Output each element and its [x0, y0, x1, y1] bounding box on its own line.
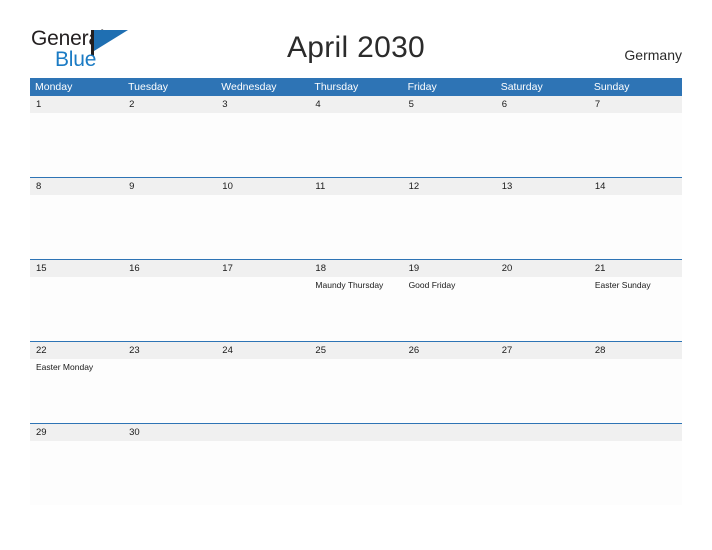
day-number[interactable]: 3: [216, 96, 309, 113]
day-number[interactable]: 13: [496, 178, 589, 195]
calendar-week-row: 1 2 3 4 5 6 7: [30, 96, 682, 177]
day-event: [309, 441, 402, 505]
day-event: [216, 195, 309, 259]
day-number[interactable]: 9: [123, 178, 216, 195]
day-event: [496, 113, 589, 177]
day-event: [309, 195, 402, 259]
day-event: [589, 359, 682, 423]
week-date-band: 29 30: [30, 423, 682, 441]
day-number[interactable]: 12: [403, 178, 496, 195]
calendar-page: { "brand": { "word_one": "General", "wor…: [0, 0, 712, 550]
day-number[interactable]: 7: [589, 96, 682, 113]
day-number[interactable]: 10: [216, 178, 309, 195]
day-number[interactable]: 27: [496, 342, 589, 359]
weekday-header-monday: Monday: [35, 81, 73, 93]
day-number[interactable]: 24: [216, 342, 309, 359]
day-number[interactable]: 19: [403, 260, 496, 277]
weekday-header-row: Monday Tuesday Wednesday Thursday Friday…: [30, 78, 682, 96]
day-number-empty: [496, 424, 589, 441]
region-label: Germany: [624, 47, 682, 63]
day-event: [123, 113, 216, 177]
page-header: General Blue April 2030 Germany: [0, 0, 712, 75]
week-date-band: 1 2 3 4 5 6 7: [30, 96, 682, 113]
day-event: [496, 441, 589, 505]
calendar-week-row: 22 23 24 25 26 27 28 Easter Monday: [30, 341, 682, 423]
week-date-band: 15 16 17 18 19 20 21: [30, 259, 682, 277]
day-event: [496, 195, 589, 259]
weekday-header-sunday: Sunday: [593, 81, 630, 93]
day-event-good-friday: Good Friday: [408, 280, 456, 290]
weekday-header-saturday: Saturday: [500, 81, 543, 93]
day-event: [589, 195, 682, 259]
day-event-easter-sunday: Easter Sunday: [594, 280, 651, 290]
day-number[interactable]: 22: [30, 342, 123, 359]
day-event: [589, 441, 682, 505]
day-event-easter-monday: Easter Monday: [36, 362, 94, 372]
calendar-week-row: 8 9 10 11 12 13 14: [30, 177, 682, 259]
day-number-empty: [589, 424, 682, 441]
day-event: [496, 359, 589, 423]
weekday-header-wednesday: Wednesday: [221, 81, 277, 93]
day-event: [123, 441, 216, 505]
day-number[interactable]: 23: [123, 342, 216, 359]
calendar-week-row: 15 16 17 18 19 20 21 Maundy Thursday Goo…: [30, 259, 682, 341]
day-event: [30, 195, 123, 259]
weekday-header-tuesday: Tuesday: [128, 81, 169, 93]
day-number[interactable]: 29: [30, 424, 123, 441]
day-event: [30, 277, 123, 341]
day-event: [216, 113, 309, 177]
day-number[interactable]: 18: [309, 260, 402, 277]
week-event-body: [30, 113, 682, 177]
day-number-empty: [216, 424, 309, 441]
week-event-body: Maundy Thursday Good Friday Easter Sunda…: [30, 277, 682, 341]
week-event-body: [30, 195, 682, 259]
day-event: [123, 359, 216, 423]
day-number[interactable]: 8: [30, 178, 123, 195]
week-date-band: 8 9 10 11 12 13 14: [30, 177, 682, 195]
page-title: April 2030: [286, 31, 426, 64]
day-event: [589, 113, 682, 177]
day-number[interactable]: 6: [496, 96, 589, 113]
day-event: [309, 113, 402, 177]
week-event-body: Easter Monday: [30, 359, 682, 423]
day-event: [216, 441, 309, 505]
day-number[interactable]: 20: [496, 260, 589, 277]
day-number-empty: [309, 424, 402, 441]
day-number[interactable]: 5: [403, 96, 496, 113]
weekday-header-friday: Friday: [407, 81, 437, 93]
day-event: [123, 195, 216, 259]
day-event-maundy-thursday: Maundy Thursday: [315, 280, 384, 290]
day-number[interactable]: 26: [403, 342, 496, 359]
day-number[interactable]: 21: [589, 260, 682, 277]
day-number[interactable]: 15: [30, 260, 123, 277]
day-number[interactable]: 17: [216, 260, 309, 277]
day-event: [403, 195, 496, 259]
day-number[interactable]: 14: [589, 178, 682, 195]
day-event: [309, 359, 402, 423]
day-event: [496, 277, 589, 341]
day-number[interactable]: 25: [309, 342, 402, 359]
week-date-band: 22 23 24 25 26 27 28: [30, 341, 682, 359]
day-event: [403, 359, 496, 423]
week-event-body: [30, 441, 682, 505]
day-number[interactable]: 2: [123, 96, 216, 113]
weekday-header-thursday: Thursday: [314, 81, 359, 93]
day-number[interactable]: 1: [30, 96, 123, 113]
day-event: [123, 277, 216, 341]
day-event: [30, 441, 123, 505]
calendar-grid: Monday Tuesday Wednesday Thursday Friday…: [30, 78, 682, 505]
day-number[interactable]: 16: [123, 260, 216, 277]
day-number[interactable]: 11: [309, 178, 402, 195]
day-number[interactable]: 28: [589, 342, 682, 359]
calendar-week-row: 29 30: [30, 423, 682, 505]
day-event: [216, 277, 309, 341]
day-number[interactable]: 4: [309, 96, 402, 113]
day-event: [30, 113, 123, 177]
day-number-empty: [403, 424, 496, 441]
day-number[interactable]: 30: [123, 424, 216, 441]
day-event: [216, 359, 309, 423]
day-event: [403, 113, 496, 177]
day-event: [403, 441, 496, 505]
